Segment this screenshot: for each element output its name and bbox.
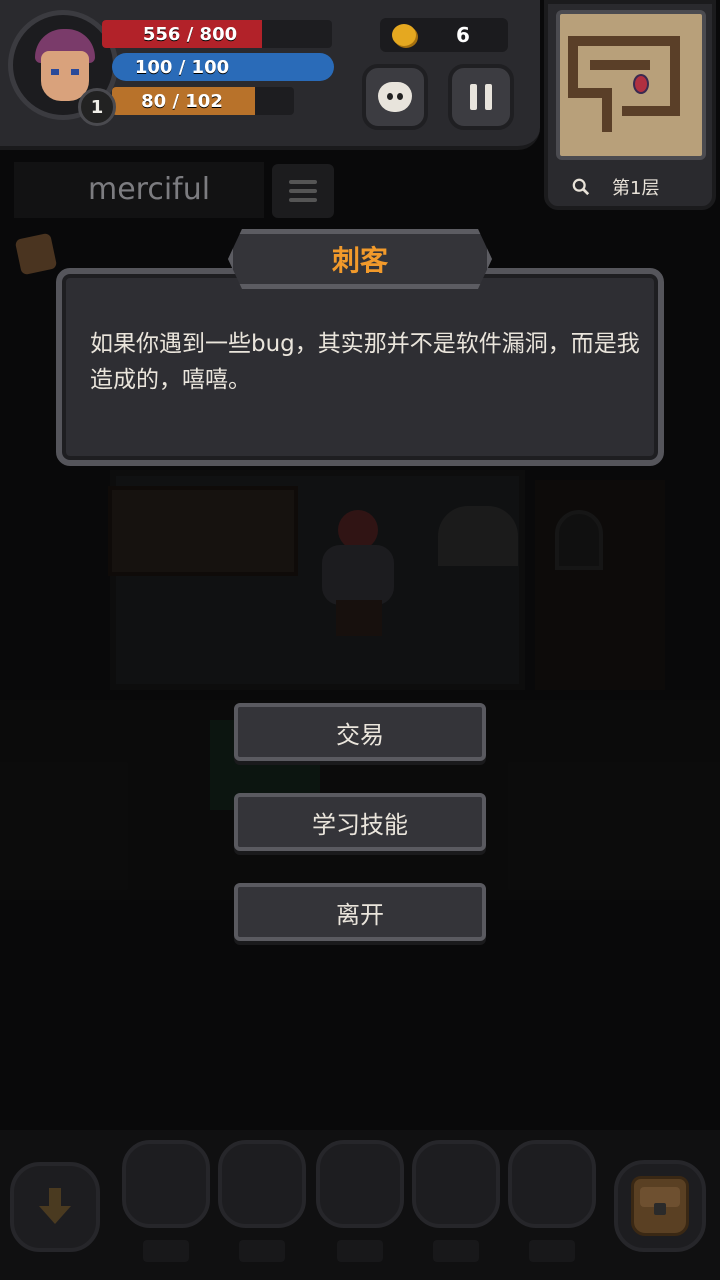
skill-slot[interactable] xyxy=(412,1140,500,1228)
map-wall xyxy=(622,106,680,116)
xp-bar: 80 / 102 xyxy=(112,87,294,115)
speaker-plate: 刺客 xyxy=(228,229,492,289)
slot-base xyxy=(239,1240,285,1262)
portrait-eye xyxy=(71,69,79,75)
down-arrow-icon xyxy=(39,1188,71,1224)
minimap[interactable] xyxy=(556,10,706,160)
window xyxy=(555,510,603,570)
pause-button[interactable] xyxy=(448,64,514,130)
status-panel: 556 / 800 100 / 100 80 / 102 1 6 xyxy=(0,0,540,150)
mp-bar: 100 / 100 xyxy=(112,53,334,81)
hp-text: 556 / 800 xyxy=(142,23,238,45)
menu-icon xyxy=(289,189,317,193)
search-icon xyxy=(572,178,590,196)
hero-sprite[interactable] xyxy=(300,500,420,640)
gold-counter: 6 xyxy=(380,18,508,52)
minimap-panel[interactable]: 第1层 xyxy=(544,0,716,210)
inventory-button[interactable] xyxy=(614,1160,706,1252)
hero-body xyxy=(322,545,394,605)
map-wall xyxy=(602,88,612,132)
map-wall xyxy=(568,36,680,46)
gold-coin-icon xyxy=(392,24,416,46)
menu-icon xyxy=(289,180,317,184)
quick-bar xyxy=(0,1130,720,1280)
room-wall xyxy=(535,480,665,690)
dialog-text: 如果你遇到一些bug，其实那并不是软件漏洞，而是我造成的，嘻嘻。 xyxy=(90,331,640,393)
slot-base xyxy=(337,1240,383,1262)
dialog-box: 如果你遇到一些bug，其实那并不是软件漏洞，而是我造成的，嘻嘻。 xyxy=(56,268,664,466)
descend-button[interactable] xyxy=(10,1162,100,1252)
scroll-icon[interactable] xyxy=(14,232,58,276)
gold-value: 6 xyxy=(456,23,470,47)
hero-head xyxy=(338,510,378,550)
hero-legs xyxy=(336,600,382,636)
pet-button[interactable] xyxy=(362,64,428,130)
map-wall xyxy=(670,36,680,116)
skill-slot[interactable] xyxy=(316,1140,404,1228)
leave-button[interactable]: 离开 xyxy=(234,883,486,941)
skill-slot[interactable] xyxy=(508,1140,596,1228)
speaker-name: 刺客 xyxy=(331,244,388,277)
backpack-icon xyxy=(631,1176,689,1236)
map-wall xyxy=(590,60,650,70)
xp-text: 80 / 102 xyxy=(141,90,223,112)
menu-button[interactable] xyxy=(272,164,334,218)
player-marker-icon xyxy=(633,74,649,94)
floor-indicator[interactable]: 第1层 xyxy=(558,170,708,204)
pet-face-icon xyxy=(378,82,412,112)
map-wall xyxy=(568,36,578,96)
slot-base xyxy=(529,1240,575,1262)
learn-skill-button[interactable]: 学习技能 xyxy=(234,793,486,851)
menu-icon xyxy=(289,198,317,202)
floor-label: 第1层 xyxy=(612,178,660,199)
trade-button[interactable]: 交易 xyxy=(234,703,486,761)
skill-slot[interactable] xyxy=(122,1140,210,1228)
level-badge: 1 xyxy=(78,88,116,126)
skill-slot[interactable] xyxy=(218,1140,306,1228)
hp-bar: 556 / 800 xyxy=(102,20,332,48)
slot-base xyxy=(433,1240,479,1262)
difficulty-label: merciful xyxy=(14,162,264,218)
mp-text: 100 / 100 xyxy=(134,56,230,78)
window xyxy=(438,506,518,566)
bookshelf xyxy=(108,486,298,576)
portrait-eye xyxy=(51,69,59,75)
slot-base xyxy=(143,1240,189,1262)
pause-icon xyxy=(470,84,492,110)
